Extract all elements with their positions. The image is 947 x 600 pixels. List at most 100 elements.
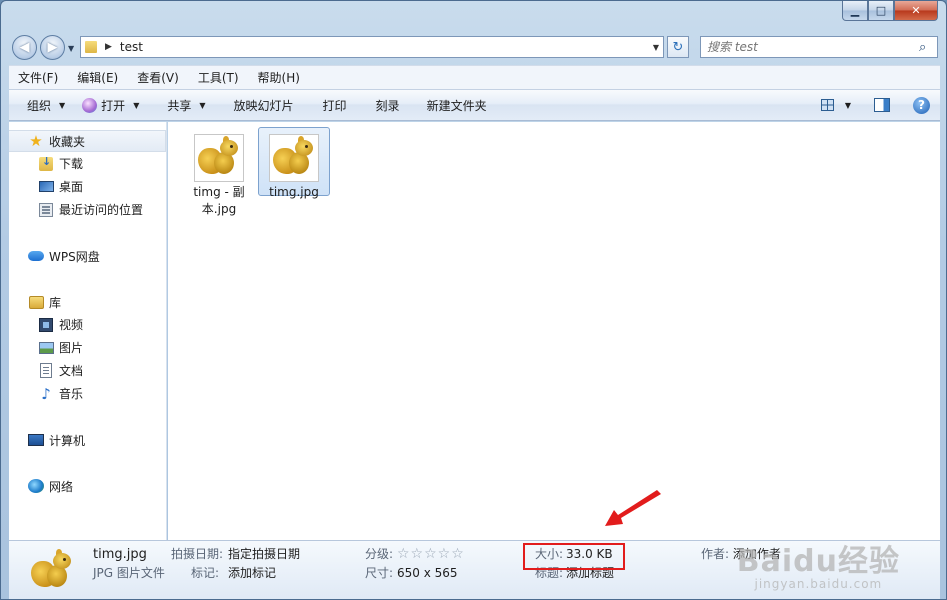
wps-group: WPS网盘 [9,245,167,267]
watermark-url: jingyan.baidu.com [754,577,883,591]
address-history-dropdown-icon[interactable]: ▼ [653,43,659,52]
preview-pane-button[interactable] [873,96,891,114]
refresh-button[interactable]: ↻ [667,36,689,58]
file-item[interactable]: timg - 副 本.jpg [183,128,255,218]
new-folder-button[interactable]: 新建文件夹 [413,90,500,120]
organize-label: 组织 [27,98,52,113]
file-name-line-2: 本.jpg [201,202,237,216]
organize-button[interactable]: 组织 ▼ [9,90,78,120]
squirrel-eye-shape [63,558,66,561]
size-highlight-box [523,543,625,570]
close-button[interactable]: ✕ [894,1,938,21]
menu-tools[interactable]: 工具(T) [189,69,249,86]
file-item-selected[interactable]: timg.jpg [258,127,330,199]
details-filetype: JPG 图片文件 [93,566,165,580]
file-name: timg.jpg [269,185,319,199]
minimize-button[interactable]: ▁ [842,1,868,21]
chevron-down-icon: ▼ [133,100,140,110]
sidebar-item-downloads[interactable]: 下载 [9,152,167,175]
annotation-arrow-shape [605,490,661,526]
video-icon [39,317,53,332]
recent-places-icon [39,202,53,217]
tags-label: 标记: [190,566,219,580]
change-view-button[interactable] [819,96,837,114]
menu-file[interactable]: 文件(F) [9,69,68,86]
menu-edit[interactable]: 编辑(E) [68,69,128,86]
dimensions-value: 650 x 565 [397,566,458,580]
details-values-col2: ☆☆☆☆☆ 650 x 565 [397,545,465,583]
menu-view[interactable]: 查看(V) [128,69,189,86]
sidebar-item-pictures[interactable]: 图片 [9,336,167,359]
caption-buttons: ▁ □ ✕ [842,1,938,21]
slideshow-button[interactable]: 放映幻灯片 [219,90,307,120]
address-bar[interactable]: ▶ test ▼ [80,36,664,58]
watermark: Baidu经验 jingyan.baidu.com [737,536,900,591]
sidebar-item-favorites[interactable]: ★ 收藏夹 [9,130,166,152]
sidebar-item-desktop[interactable]: 桌面 [9,175,167,198]
libraries-label: 库 [49,295,62,310]
sidebar-item-libraries[interactable]: 库 [9,291,167,313]
back-button[interactable]: ◀ [12,35,37,60]
sidebar-item-wps-cloud[interactable]: WPS网盘 [9,245,167,267]
computer-icon [28,434,44,446]
maximize-button[interactable]: □ [868,1,894,21]
recent-places-label: 最近访问的位置 [59,203,144,217]
network-label: 网络 [49,479,74,494]
taken-date-value[interactable]: 指定拍摄日期 [228,545,300,564]
downloads-folder-icon [39,155,53,171]
sidebar-item-computer[interactable]: 计算机 [9,429,167,451]
print-button[interactable]: 打印 [307,90,360,120]
sidebar-item-documents[interactable]: 文档 [9,359,167,382]
preview-pane-icon [874,98,890,112]
pictures-icon [38,341,54,354]
share-button[interactable]: 共享 ▼ [152,90,218,120]
details-file-info: timg.jpg JPG 图片文件 [93,545,165,583]
downloads-label: 下载 [59,157,84,171]
new-folder-label: 新建文件夹 [426,98,487,113]
open-button[interactable]: 打开 ▼ [78,90,152,120]
taken-date-label: 拍摄日期: [171,547,224,561]
desktop-icon [38,181,54,192]
details-values-col1: 指定拍摄日期 添加标记 [228,545,300,583]
open-label: 打开 [101,98,126,113]
burn-label: 刻录 [375,98,400,113]
computer-group: 计算机 [9,429,167,451]
search-input[interactable] [707,38,919,56]
documents-label: 文档 [59,364,84,378]
details-filename: timg.jpg [93,547,147,562]
tags-value[interactable]: 添加标记 [228,564,300,583]
author-label: 作者: [701,547,730,561]
annotation-arrow-icon [605,490,661,526]
cloud-icon [28,251,44,261]
print-label: 打印 [322,98,347,113]
dimensions-label: 尺寸: [364,566,393,580]
command-bar: 组织 ▼ 打开 ▼ 共享 ▼ 放映幻灯片 打印 刻录 新建文件夹 ▼ ? [9,89,940,121]
favorites-label: 收藏夹 [49,134,86,149]
explorer-window: ▁ □ ✕ ◀ ▶ ▼ ▶ test ▼ ↻ ⌕ 文件(F) 编辑(E) 查看(… [0,0,947,600]
breadcrumb-separator-icon[interactable]: ▶ [105,42,112,52]
favorites-group: ★ 收藏夹 下载 桌面 最近访问的位置 [9,130,167,221]
help-icon[interactable]: ? [913,96,930,114]
recent-pages-dropdown-icon[interactable]: ▼ [68,44,74,53]
file-name-line-1: timg - 副 [193,185,245,199]
wps-label: WPS网盘 [49,249,100,264]
forward-button[interactable]: ▶ [40,35,65,60]
pictures-label: 图片 [59,341,84,355]
sidebar-item-recent-places[interactable]: 最近访问的位置 [9,198,167,221]
squirrel-head-shape [295,140,313,156]
burn-button[interactable]: 刻录 [360,90,413,120]
sidebar-item-videos[interactable]: 视频 [9,313,167,336]
menu-help[interactable]: 帮助(H) [249,69,310,86]
navigation-pane: ★ 收藏夹 下载 桌面 最近访问的位置 WPS网盘 [9,122,167,540]
view-options-dropdown-icon[interactable]: ▼ [845,101,851,110]
star-icon: ★ [29,132,43,150]
file-list[interactable]: timg - 副 本.jpg timg.jpg [168,122,940,540]
folder-icon [85,41,97,53]
sidebar-item-network[interactable]: 网络 [9,475,167,497]
breadcrumb-test[interactable]: test [120,40,143,54]
search-icon[interactable]: ⌕ [919,40,937,55]
chevron-down-icon: ▼ [199,100,206,110]
squirrel-head-shape [220,140,238,156]
rating-stars[interactable]: ☆☆☆☆☆ [397,545,465,564]
sidebar-item-music[interactable]: ♪ 音乐 [9,382,167,405]
